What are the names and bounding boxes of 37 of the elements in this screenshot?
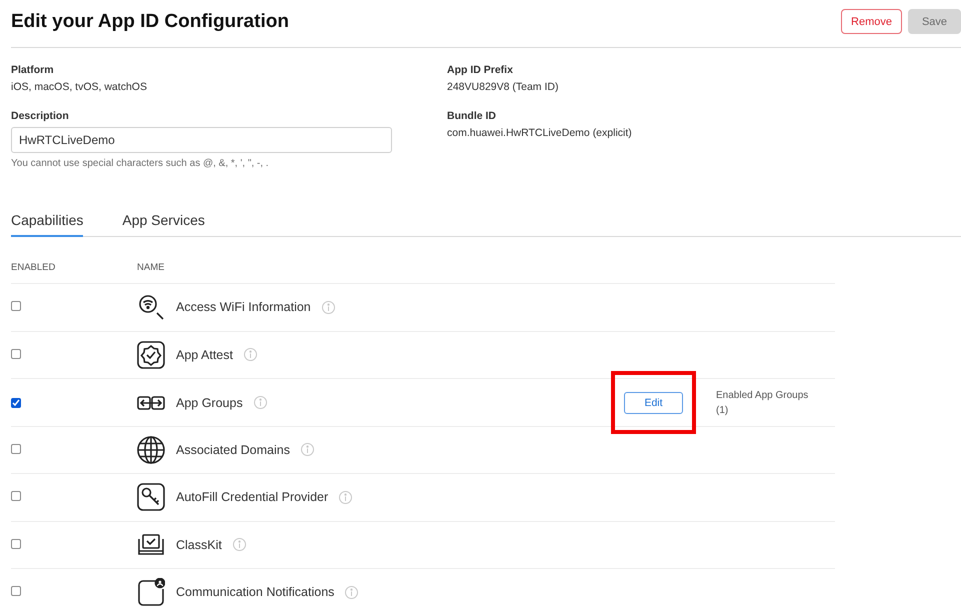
status-note: Enabled App Groups (1) [716,388,810,418]
column-header: ENABLED [11,262,56,273]
edit-button[interactable]: Edit [624,392,683,414]
hint-text: You cannot use special characters such as @, &, *, ', ", -, . [11,158,270,169]
capability-name: App Attest [176,348,233,362]
checkbox[interactable] [11,301,21,312]
checkbox[interactable] [11,586,21,596]
checkbox[interactable] [11,538,21,549]
capability-name: Associated Domains [176,442,290,457]
checkbox[interactable] [11,444,21,454]
checkbox[interactable] [11,398,21,408]
checkbox[interactable] [11,491,21,502]
field-label: Description [11,110,70,122]
field-value: 248VU829V8 (Team ID) [447,81,560,93]
field-label: Platform [11,64,55,76]
column-header: NAME [137,262,166,273]
field-value: iOS, macOS, tvOS, watchOS [11,81,148,93]
tab[interactable]: App Services [122,212,205,237]
badge-check-icon [137,340,165,369]
notification-square-icon [137,578,165,606]
description-input[interactable]: HwRTCLiveDemo [11,127,392,153]
capability-name: Access WiFi Information [176,300,311,314]
field-value: com.huawei.HwRTCLiveDemo (explicit) [447,127,633,139]
tab[interactable]: Capabilities [11,212,84,237]
field-label: Bundle ID [447,110,497,122]
capability-name: AutoFill Credential Provider [176,490,328,504]
linked-squares-icon [137,396,165,410]
field-label: App ID Prefix [447,64,514,76]
capability-name: App Groups [176,396,243,410]
capability-name: Communication Notifications [176,585,334,600]
capability-name: ClassKit [176,538,222,552]
checkbox[interactable] [11,348,21,359]
key-icon [137,483,165,512]
page-title: Edit your App ID Configuration [11,10,289,32]
globe-icon [137,436,165,464]
wifi-magnifier-icon [137,293,165,322]
remove-button[interactable]: Remove [841,9,902,34]
